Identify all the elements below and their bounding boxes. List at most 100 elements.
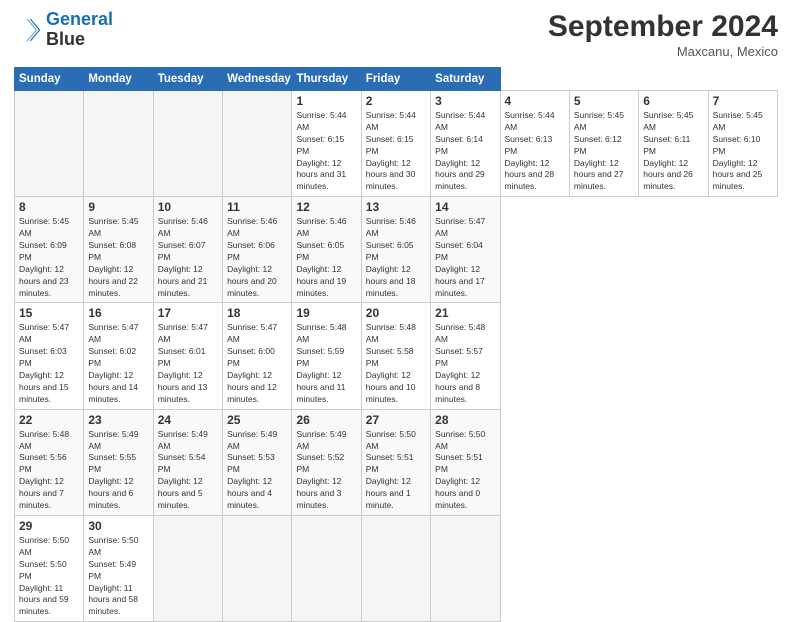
day-info: Sunrise: 5:45 AMSunset: 6:08 PMDaylight:… [88, 216, 148, 299]
day-info: Sunrise: 5:49 AMSunset: 5:52 PMDaylight:… [296, 429, 356, 512]
day-info: Sunrise: 5:49 AMSunset: 5:55 PMDaylight:… [88, 429, 148, 512]
week-row-2: 8 Sunrise: 5:45 AMSunset: 6:09 PMDaylight… [15, 197, 778, 303]
day-number: 30 [88, 519, 148, 533]
day-info: Sunrise: 5:50 AMSunset: 5:51 PMDaylight:… [366, 429, 426, 512]
day-number: 1 [296, 94, 356, 108]
day-info: Sunrise: 5:47 AMSunset: 6:03 PMDaylight:… [19, 322, 79, 405]
empty-cell [292, 515, 361, 621]
day-number: 3 [435, 94, 495, 108]
day-cell-17: 17Sunrise: 5:47 AMSunset: 6:01 PMDayligh… [153, 303, 222, 409]
day-number: 15 [19, 306, 79, 320]
day-info: Sunrise: 5:50 AMSunset: 5:51 PMDaylight:… [435, 429, 495, 512]
day-info: Sunrise: 5:46 AMSunset: 6:05 PMDaylight:… [366, 216, 426, 299]
empty-cell [361, 515, 430, 621]
day-number: 14 [435, 200, 495, 214]
day-number: 28 [435, 413, 495, 427]
logo-line2: Blue [46, 30, 113, 50]
day-info: Sunrise: 5:48 AMSunset: 5:57 PMDaylight:… [435, 322, 495, 405]
day-info: Sunrise: 5:46 AMSunset: 6:07 PMDaylight:… [158, 216, 218, 299]
day-cell-24: 24 Sunrise: 5:49 AMSunset: 5:54 PMDayligh… [153, 409, 222, 515]
col-header-wednesday: Wednesday [223, 68, 292, 91]
day-info: Sunrise: 5:46 AMSunset: 6:05 PMDaylight:… [296, 216, 356, 299]
empty-cell [223, 515, 292, 621]
day-info: Sunrise: 5:44 AMSunset: 6:15 PMDaylight:… [366, 110, 426, 193]
day-number: 20 [366, 306, 426, 320]
day-number: 11 [227, 200, 287, 214]
day-number: 4 [505, 94, 565, 108]
day-cell-26: 26Sunrise: 5:49 AMSunset: 5:52 PMDayligh… [292, 409, 361, 515]
day-number: 24 [158, 413, 218, 427]
col-header-saturday: Saturday [431, 68, 500, 91]
day-number: 5 [574, 94, 634, 108]
day-cell-15: 15 Sunrise: 5:47 AMSunset: 6:03 PMDayligh… [15, 303, 84, 409]
day-cell-3: 3 Sunrise: 5:44 AMSunset: 6:14 PMDaylight… [431, 91, 500, 197]
day-cell-16: 16 Sunrise: 5:47 AMSunset: 6:02 PMDayligh… [84, 303, 153, 409]
day-cell-13: 13Sunrise: 5:46 AMSunset: 6:05 PMDayligh… [361, 197, 430, 303]
day-info: Sunrise: 5:47 AMSunset: 6:02 PMDaylight:… [88, 322, 148, 405]
day-cell-30: 30 Sunrise: 5:50 AMSunset: 5:49 PMDayligh… [84, 515, 153, 621]
day-number: 18 [227, 306, 287, 320]
day-cell-6: 6Sunrise: 5:45 AMSunset: 6:11 PMDaylight… [639, 91, 708, 197]
day-info: Sunrise: 5:45 AMSunset: 6:09 PMDaylight:… [19, 216, 79, 299]
day-cell-23: 23 Sunrise: 5:49 AMSunset: 5:55 PMDayligh… [84, 409, 153, 515]
day-number: 6 [643, 94, 703, 108]
col-header-monday: Monday [84, 68, 153, 91]
day-number: 19 [296, 306, 356, 320]
location: Maxcanu, Mexico [548, 44, 778, 59]
day-cell-8: 8 Sunrise: 5:45 AMSunset: 6:09 PMDaylight… [15, 197, 84, 303]
day-number: 7 [713, 94, 773, 108]
day-cell-2: 2 Sunrise: 5:44 AMSunset: 6:15 PMDaylight… [361, 91, 430, 197]
week-row-4: 22 Sunrise: 5:48 AMSunset: 5:56 PMDayligh… [15, 409, 778, 515]
day-number: 22 [19, 413, 79, 427]
day-number: 16 [88, 306, 148, 320]
day-number: 23 [88, 413, 148, 427]
day-cell-7: 7 Sunrise: 5:45 AMSunset: 6:10 PMDaylight… [708, 91, 777, 197]
day-info: Sunrise: 5:49 AMSunset: 5:54 PMDaylight:… [158, 429, 218, 512]
day-info: Sunrise: 5:45 AMSunset: 6:12 PMDaylight:… [574, 110, 634, 193]
day-number: 2 [366, 94, 426, 108]
day-cell-29: 29Sunrise: 5:50 AMSunset: 5:50 PMDayligh… [15, 515, 84, 621]
day-info: Sunrise: 5:47 AMSunset: 6:01 PMDaylight:… [158, 322, 218, 405]
day-cell-4: 4 Sunrise: 5:44 AMSunset: 6:13 PMDaylight… [500, 91, 569, 197]
day-cell-20: 20 Sunrise: 5:48 AMSunset: 5:58 PMDayligh… [361, 303, 430, 409]
day-cell-9: 9Sunrise: 5:45 AMSunset: 6:08 PMDaylight… [84, 197, 153, 303]
day-number: 10 [158, 200, 218, 214]
day-info: Sunrise: 5:45 AMSunset: 6:10 PMDaylight:… [713, 110, 773, 193]
day-info: Sunrise: 5:44 AMSunset: 6:13 PMDaylight:… [505, 110, 565, 193]
empty-cell [153, 91, 222, 197]
week-row-1: 1 Sunrise: 5:44 AMSunset: 6:15 PMDaylight… [15, 91, 778, 197]
day-number: 27 [366, 413, 426, 427]
logo-icon [14, 16, 42, 44]
day-info: Sunrise: 5:50 AMSunset: 5:49 PMDaylight:… [88, 535, 148, 618]
logo: General Blue [14, 10, 113, 50]
day-info: Sunrise: 5:47 AMSunset: 6:04 PMDaylight:… [435, 216, 495, 299]
day-cell-25: 25Sunrise: 5:49 AMSunset: 5:53 PMDayligh… [223, 409, 292, 515]
day-info: Sunrise: 5:49 AMSunset: 5:53 PMDaylight:… [227, 429, 287, 512]
col-header-friday: Friday [361, 68, 430, 91]
day-info: Sunrise: 5:44 AMSunset: 6:14 PMDaylight:… [435, 110, 495, 193]
day-info: Sunrise: 5:48 AMSunset: 5:58 PMDaylight:… [366, 322, 426, 405]
day-cell-28: 28 Sunrise: 5:50 AMSunset: 5:51 PMDayligh… [431, 409, 500, 515]
day-cell-22: 22 Sunrise: 5:48 AMSunset: 5:56 PMDayligh… [15, 409, 84, 515]
empty-cell [153, 515, 222, 621]
col-header-sunday: Sunday [15, 68, 84, 91]
day-number: 21 [435, 306, 495, 320]
day-info: Sunrise: 5:46 AMSunset: 6:06 PMDaylight:… [227, 216, 287, 299]
empty-cell [431, 515, 500, 621]
col-header-thursday: Thursday [292, 68, 361, 91]
day-info: Sunrise: 5:48 AMSunset: 5:56 PMDaylight:… [19, 429, 79, 512]
day-cell-12: 12 Sunrise: 5:46 AMSunset: 6:05 PMDayligh… [292, 197, 361, 303]
day-cell-1: 1 Sunrise: 5:44 AMSunset: 6:15 PMDaylight… [292, 91, 361, 197]
week-row-3: 15 Sunrise: 5:47 AMSunset: 6:03 PMDayligh… [15, 303, 778, 409]
day-cell-5: 5 Sunrise: 5:45 AMSunset: 6:12 PMDaylight… [569, 91, 638, 197]
day-cell-27: 27 Sunrise: 5:50 AMSunset: 5:51 PMDayligh… [361, 409, 430, 515]
logo-text: General Blue [46, 10, 113, 50]
logo-line1: General [46, 9, 113, 29]
day-cell-14: 14 Sunrise: 5:47 AMSunset: 6:04 PMDayligh… [431, 197, 500, 303]
day-info: Sunrise: 5:44 AMSunset: 6:15 PMDaylight:… [296, 110, 356, 193]
col-header-tuesday: Tuesday [153, 68, 222, 91]
day-info: Sunrise: 5:47 AMSunset: 6:00 PMDaylight:… [227, 322, 287, 405]
day-number: 8 [19, 200, 79, 214]
day-number: 12 [296, 200, 356, 214]
header: General Blue September 2024 Maxcanu, Mex… [14, 10, 778, 59]
